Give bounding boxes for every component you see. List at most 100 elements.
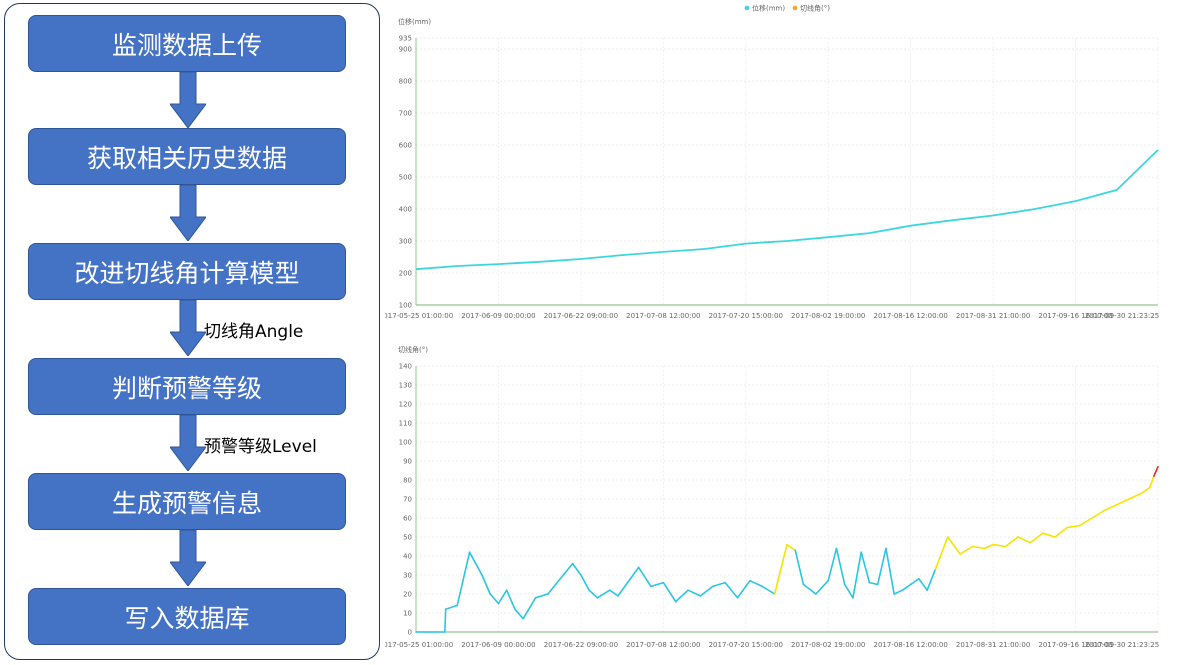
- edge-label-level: 预警等级Level: [204, 437, 317, 457]
- angle-series-segment: [893, 589, 904, 595]
- angle-series-segment: [815, 579, 830, 595]
- angle-series-segment: [711, 581, 726, 588]
- angle-series-segment: [971, 545, 986, 550]
- y-tick-label: 400: [399, 206, 412, 214]
- angle-series-segment: [868, 581, 879, 586]
- angle-series-segment: [843, 583, 854, 599]
- angle-series-segment: [637, 566, 652, 588]
- y-tick-label: 120: [399, 401, 412, 409]
- y-tick-label: 30: [403, 572, 412, 580]
- angle-series-segment: [827, 547, 838, 582]
- y-tick-label: 40: [403, 553, 412, 561]
- y-tick-label: 800: [399, 78, 412, 86]
- angle-series-segment: [1103, 503, 1118, 512]
- y-tick-label: 300: [399, 238, 412, 246]
- x-tick-label: 2017-06-22 09:00:00: [544, 641, 618, 649]
- y-tick-label: 70: [403, 496, 412, 504]
- angle-series-segment: [992, 543, 1007, 548]
- angle-series-segment: [918, 577, 928, 592]
- step-fetch-history: 获取相关历史数据: [28, 128, 346, 185]
- angle-series-segment: [1041, 532, 1056, 538]
- step-generate-warning: 生成预警信息: [28, 473, 346, 530]
- angle-series-segment: [444, 604, 459, 611]
- y-tick-label: 80: [403, 477, 412, 485]
- step-write-db: 写入数据库: [28, 588, 346, 645]
- angle-series-segment: [514, 608, 524, 620]
- charts-area: 位移(mm) 切线角(°) 位移(mm)10020030040050060070…: [385, 4, 1159, 650]
- legend-marker-displacement: [744, 5, 750, 11]
- arrow-down-icon: [170, 72, 206, 128]
- angle-series-segment: [835, 547, 846, 586]
- x-tick-label: 2017-08-02 19:00:00: [791, 312, 865, 320]
- angle-series-segment: [1091, 509, 1106, 519]
- legend-label-displacement: 位移(mm): [752, 4, 785, 13]
- x-tick-label: 2017-07-20 15:00:00: [709, 312, 783, 320]
- angle-series-segment: [489, 593, 500, 605]
- angle-series-segment: [580, 574, 590, 592]
- angle-series-segment: [571, 562, 582, 576]
- y-tick-label: 100: [399, 302, 412, 310]
- legend-marker-angle: [792, 5, 798, 11]
- angle-series-segment: [724, 581, 739, 599]
- angle-series-segment: [625, 566, 640, 586]
- angle-series-segment: [736, 579, 751, 599]
- y-tick-label: 900: [399, 46, 412, 54]
- step-upload: 监测数据上传: [28, 15, 346, 72]
- x-tick-label: 2017-08-02 19:00:00: [791, 641, 865, 649]
- y-tick-label: 10: [403, 610, 412, 618]
- angle-series-segment: [481, 574, 491, 595]
- x-tick-label: 2017-07-20 15:00:00: [709, 641, 783, 649]
- y-tick-label: 500: [399, 174, 412, 182]
- angle-series-segment: [984, 543, 994, 550]
- angle-series-segment: [946, 536, 961, 555]
- y-axis-title: 位移(mm): [398, 17, 431, 26]
- x-tick-label: 2017-08-16 12:00:00: [873, 312, 947, 320]
- y-tick-label: 60: [403, 515, 412, 523]
- y-tick-label: 110: [399, 420, 412, 428]
- step-improved-model: 改进切线角计算模型: [28, 243, 346, 300]
- angle-series-segment: [860, 551, 871, 584]
- angle-series-segment: [1115, 498, 1130, 506]
- angle-series-segment: [959, 545, 974, 555]
- displacement-series-line: [415, 149, 1159, 271]
- angle-series-segment: [1148, 475, 1155, 489]
- angle-series-segment: [1017, 536, 1032, 544]
- angle-series-segment: [1004, 536, 1019, 548]
- angle-series-segment: [1078, 517, 1093, 527]
- angle-series-segment: [534, 593, 549, 599]
- angle-series-segment: [608, 589, 619, 597]
- angle-series-segment: [456, 551, 471, 607]
- x-tick-label: 2017-08-16 12:00:00: [873, 641, 947, 649]
- angle-series-segment: [547, 577, 562, 595]
- angle-series-segment: [674, 589, 689, 603]
- y-tick-label: 140: [399, 363, 412, 371]
- arrow-down-icon: [170, 530, 206, 586]
- angle-series-segment: [885, 547, 895, 595]
- angle-series-segment: [773, 543, 788, 595]
- angle-series-segment: [1054, 526, 1069, 538]
- x-tick-label: 2017-07-08 12:00:00: [626, 641, 700, 649]
- y-axis-title: 切线角(°): [398, 345, 428, 354]
- angle-series-segment: [662, 581, 677, 603]
- x-tick-label: 2017-05-25 01:00:00: [385, 312, 453, 320]
- arrow-down-icon: [170, 185, 206, 241]
- angle-series-segment: [650, 581, 665, 588]
- y-tick-label: 50: [403, 534, 412, 542]
- angle-series-segment: [901, 583, 912, 592]
- angle-series-segment: [934, 536, 949, 571]
- angle-series-segment: [497, 589, 508, 605]
- angle-series-segment: [699, 585, 714, 597]
- angle-series-segment: [852, 551, 863, 599]
- angle-series-segment: [802, 583, 817, 595]
- angle-series-segment: [1066, 524, 1081, 529]
- x-tick-label: 2017-06-22 09:00:00: [544, 312, 618, 320]
- angle-series-segment: [761, 585, 776, 595]
- x-tick-label: 2017-08-31 21:00:00: [956, 312, 1030, 320]
- angle-series-segment: [596, 589, 611, 599]
- x-tick-label: 2017-08-31 21:00:00: [956, 641, 1030, 649]
- angle-series-segment: [444, 608, 447, 633]
- x-tick-label: 2017-06-09 00:00:00: [461, 641, 535, 649]
- x-tick-label: 2017-05-25 01:00:00: [385, 641, 453, 649]
- angle-series-segment: [926, 568, 937, 592]
- tangent-angle-chart: 切线角(°) 0 10 20 30 40 50 60 70 80 90 100 110 120 130 140…: [385, 345, 1159, 649]
